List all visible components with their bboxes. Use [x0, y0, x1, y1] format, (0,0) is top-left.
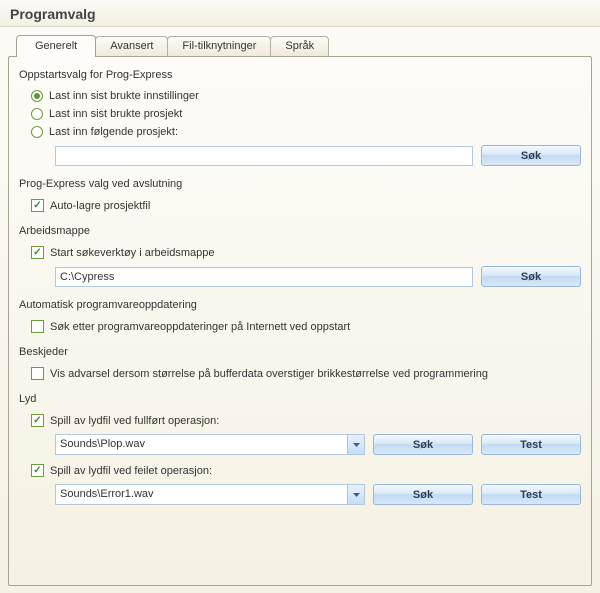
checkbox-autosave-label: Auto-lagre prosjektfil: [50, 200, 150, 212]
group-shutdown: Auto-lagre prosjektfil: [19, 194, 581, 221]
fail-sound-row: Sounds\Error1.wav Søk Test: [31, 480, 581, 507]
fail-sound-test-button[interactable]: Test: [481, 484, 581, 505]
fail-sound-value: Sounds\Error1.wav: [56, 485, 347, 504]
check-row-play-fail[interactable]: Spill av lydfil ved feilet operasjon:: [31, 461, 581, 480]
radio-last-project[interactable]: [31, 108, 43, 120]
fail-sound-combo[interactable]: Sounds\Error1.wav: [55, 484, 365, 505]
checkbox-warn-buffer[interactable]: [31, 367, 44, 380]
group-workdir-label: Arbeidsmappe: [19, 225, 581, 237]
workdir-path-input[interactable]: [55, 267, 473, 287]
checkbox-start-in-workdir[interactable]: [31, 246, 44, 259]
success-sound-row: Sounds\Plop.wav Søk Test: [31, 430, 581, 457]
radio-row-following-project[interactable]: Last inn følgende prosjekt:: [31, 123, 581, 141]
group-startup-label: Oppstartsvalg for Prog-Express: [19, 69, 581, 81]
tabs-container: Generelt Avansert Fil-tilknytninger Språ…: [0, 27, 600, 586]
tab-sprak[interactable]: Språk: [270, 36, 329, 56]
radio-row-last-project[interactable]: Last inn sist brukte prosjekt: [31, 105, 581, 123]
page-title: Programvalg: [0, 0, 600, 27]
radio-last-settings[interactable]: [31, 90, 43, 102]
group-messages-label: Beskjeder: [19, 346, 581, 358]
checkbox-play-fail-label: Spill av lydfil ved feilet operasjon:: [50, 465, 212, 477]
checkbox-play-fail[interactable]: [31, 464, 44, 477]
group-update: Søk etter programvareoppdateringer på In…: [19, 315, 581, 342]
radio-following-project-label: Last inn følgende prosjekt:: [49, 126, 178, 138]
group-sound: Spill av lydfil ved fullført operasjon: …: [19, 409, 581, 513]
checkbox-update-label: Søk etter programvareoppdateringer på In…: [50, 321, 350, 333]
checkbox-start-in-workdir-label: Start søkeverktøy i arbeidsmappe: [50, 247, 214, 259]
check-row-start-in-workdir[interactable]: Start søkeverktøy i arbeidsmappe: [31, 243, 581, 262]
radio-last-project-label: Last inn sist brukte prosjekt: [49, 108, 182, 120]
project-path-row: Søk: [31, 141, 581, 168]
group-startup: Last inn sist brukte innstillinger Last …: [19, 85, 581, 174]
group-messages: Vis advarsel dersom størrelse på bufferd…: [19, 362, 581, 389]
success-sound-search-button[interactable]: Søk: [373, 434, 473, 455]
check-row-autosave[interactable]: Auto-lagre prosjektfil: [31, 196, 581, 215]
project-path-input[interactable]: [55, 146, 473, 166]
checkbox-play-success[interactable]: [31, 414, 44, 427]
tab-generelt[interactable]: Generelt: [16, 35, 96, 57]
success-sound-value: Sounds\Plop.wav: [56, 435, 347, 454]
check-row-warn-buffer[interactable]: Vis advarsel dersom størrelse på bufferd…: [31, 364, 581, 383]
tab-filtilknytninger[interactable]: Fil-tilknytninger: [167, 36, 271, 56]
chevron-down-icon: [353, 443, 360, 447]
check-row-play-success[interactable]: Spill av lydfil ved fullført operasjon:: [31, 411, 581, 430]
group-shutdown-label: Prog-Express valg ved avslutning: [19, 178, 581, 190]
workdir-path-row: Søk: [31, 262, 581, 289]
group-sound-label: Lyd: [19, 393, 581, 405]
radio-last-settings-label: Last inn sist brukte innstillinger: [49, 90, 199, 102]
project-path-search-button[interactable]: Søk: [481, 145, 581, 166]
fail-sound-dropdown-button[interactable]: [347, 485, 364, 504]
success-sound-test-button[interactable]: Test: [481, 434, 581, 455]
checkbox-play-success-label: Spill av lydfil ved fullført operasjon:: [50, 415, 219, 427]
radio-following-project[interactable]: [31, 126, 43, 138]
fail-sound-search-button[interactable]: Søk: [373, 484, 473, 505]
checkbox-autosave[interactable]: [31, 199, 44, 212]
tab-strip: Generelt Avansert Fil-tilknytninger Språ…: [8, 35, 592, 56]
check-row-update[interactable]: Søk etter programvareoppdateringer på In…: [31, 317, 581, 336]
tab-avansert[interactable]: Avansert: [95, 36, 168, 56]
radio-row-last-settings[interactable]: Last inn sist brukte innstillinger: [31, 87, 581, 105]
tab-panel-generelt: Oppstartsvalg for Prog-Express Last inn …: [8, 56, 592, 586]
group-update-label: Automatisk programvareoppdatering: [19, 299, 581, 311]
success-sound-combo[interactable]: Sounds\Plop.wav: [55, 434, 365, 455]
success-sound-dropdown-button[interactable]: [347, 435, 364, 454]
chevron-down-icon: [353, 493, 360, 497]
checkbox-warn-buffer-label: Vis advarsel dersom størrelse på bufferd…: [50, 368, 488, 380]
workdir-search-button[interactable]: Søk: [481, 266, 581, 287]
checkbox-update[interactable]: [31, 320, 44, 333]
group-workdir: Start søkeverktøy i arbeidsmappe Søk: [19, 241, 581, 295]
